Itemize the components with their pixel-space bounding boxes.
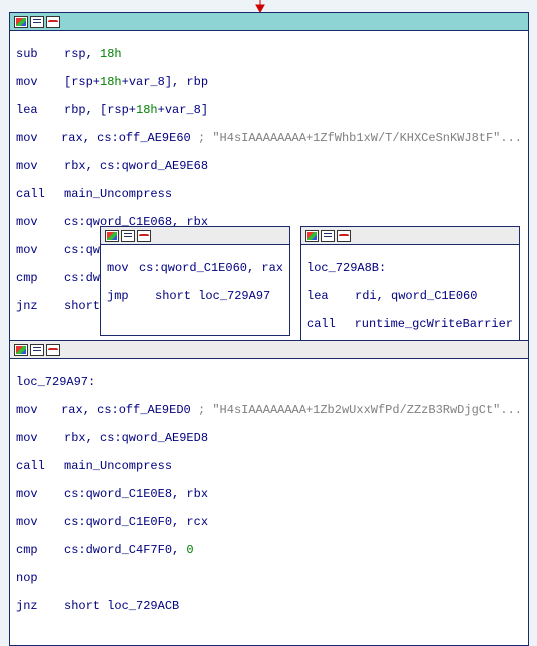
asm-line[interactable]: movrax, cs:off_AE9ED0 ; "H4sIAAAAAAAA+1Z… <box>16 403 522 417</box>
block-titlebar <box>10 13 528 31</box>
disasm-block-4[interactable]: loc_729A97: movrax, cs:off_AE9ED0 ; "H4s… <box>9 340 529 646</box>
asm-line[interactable]: cmpcs:dword_C4F7F0, 0 <box>16 543 522 557</box>
asm-label-line[interactable]: loc_729A97: <box>16 375 522 389</box>
list-icon <box>121 230 135 242</box>
asm-line[interactable]: jmpshort loc_729A97 <box>107 289 283 303</box>
asm-line[interactable]: subrsp, 18h <box>16 47 522 61</box>
asm-line[interactable]: nop <box>16 571 522 585</box>
asm-line[interactable]: callmain_Uncompress <box>16 187 522 201</box>
color-icon <box>14 16 28 28</box>
list-icon <box>30 16 44 28</box>
asm-label-line[interactable]: loc_729A8B: <box>307 261 513 275</box>
asm-line[interactable]: movrax, cs:off_AE9E60 ; "H4sIAAAAAAAA+1Z… <box>16 131 522 145</box>
color-icon <box>105 230 119 242</box>
asm-line[interactable]: movcs:qword_C1E060, rax <box>107 261 283 275</box>
asm-line[interactable]: learbp, [rsp+18h+var_8] <box>16 103 522 117</box>
asm-line[interactable]: mov[rsp+18h+var_8], rbp <box>16 75 522 89</box>
block-titlebar <box>10 341 528 359</box>
graph-icon <box>46 344 60 356</box>
color-icon <box>305 230 319 242</box>
asm-line[interactable]: movcs:qword_C1E0E8, rbx <box>16 487 522 501</box>
asm-line[interactable]: movcs:qword_C1E0F0, rcx <box>16 515 522 529</box>
asm-line[interactable]: callmain_Uncompress <box>16 459 522 473</box>
color-icon <box>14 344 28 356</box>
disasm-block-2[interactable]: movcs:qword_C1E060, rax jmpshort loc_729… <box>100 226 290 336</box>
asm-line[interactable]: jnzshort loc_729ACB <box>16 599 522 613</box>
block-titlebar <box>101 227 289 245</box>
asm-line[interactable]: movrbx, cs:qword_AE9ED8 <box>16 431 522 445</box>
block-titlebar <box>301 227 519 245</box>
graph-icon <box>46 16 60 28</box>
asm-line[interactable]: leardi, qword_C1E060 <box>307 289 513 303</box>
block-body: loc_729A97: movrax, cs:off_AE9ED0 ; "H4s… <box>10 359 528 645</box>
asm-line[interactable]: movrbx, cs:qword_AE9E68 <box>16 159 522 173</box>
block-body: movcs:qword_C1E060, rax jmpshort loc_729… <box>101 245 289 335</box>
asm-line[interactable]: callruntime_gcWriteBarrier <box>307 317 513 331</box>
list-icon <box>30 344 44 356</box>
graph-icon <box>337 230 351 242</box>
graph-icon <box>137 230 151 242</box>
list-icon <box>321 230 335 242</box>
